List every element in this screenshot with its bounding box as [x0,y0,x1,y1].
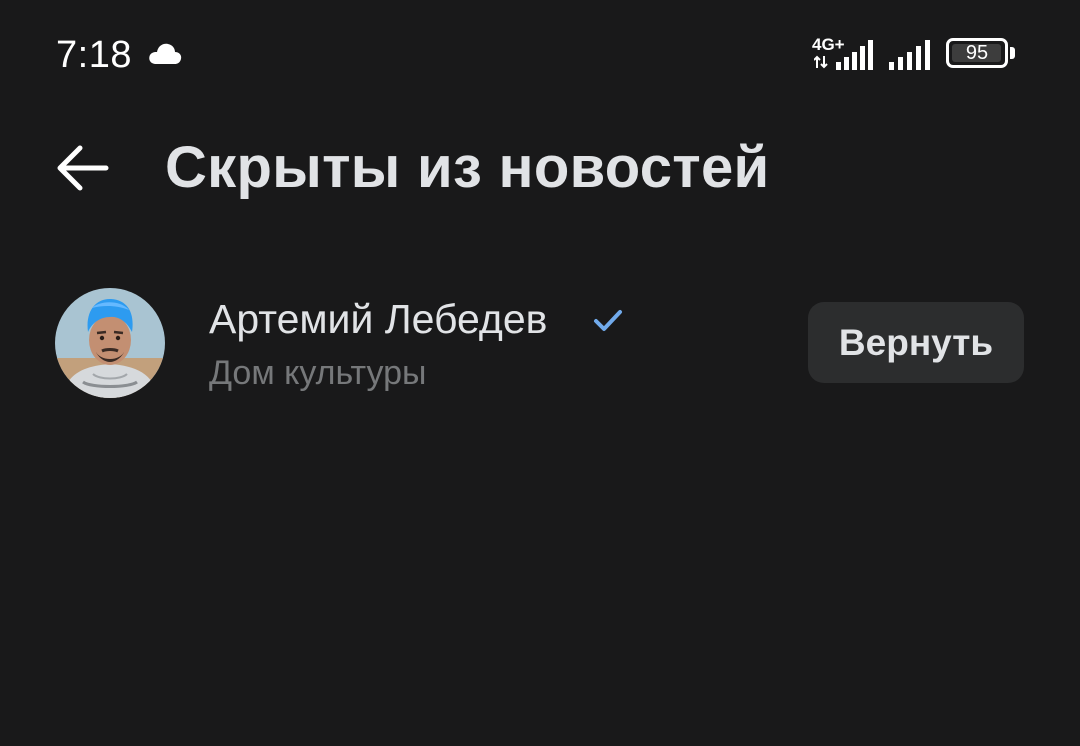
page-header: Скрыты из новостей [0,120,1080,220]
back-button[interactable] [50,138,114,198]
community-subtitle: Дом культуры [209,354,427,392]
page-title: Скрыты из новостей [165,135,770,200]
battery-icon: 95 [946,38,1008,68]
cloud-icon [149,43,182,64]
battery-level: 95 [965,42,989,64]
community-name[interactable]: Артемий Лебедев [209,296,547,343]
status-bar: 7:18 4G+ 95 [0,0,1080,108]
list-item[interactable]: Артемий Лебедев Дом культуры Вернуть [0,278,1080,410]
data-arrows-icon [814,55,828,69]
avatar-image [55,288,165,398]
avatar[interactable] [55,288,165,398]
signal-icon [889,40,930,70]
battery-tip [1010,47,1015,59]
status-time: 7:18 [56,34,132,76]
return-button[interactable]: Вернуть [808,302,1024,383]
verified-check-icon [594,310,622,331]
signal-icon [836,40,873,70]
arrow-left-icon [57,145,109,191]
